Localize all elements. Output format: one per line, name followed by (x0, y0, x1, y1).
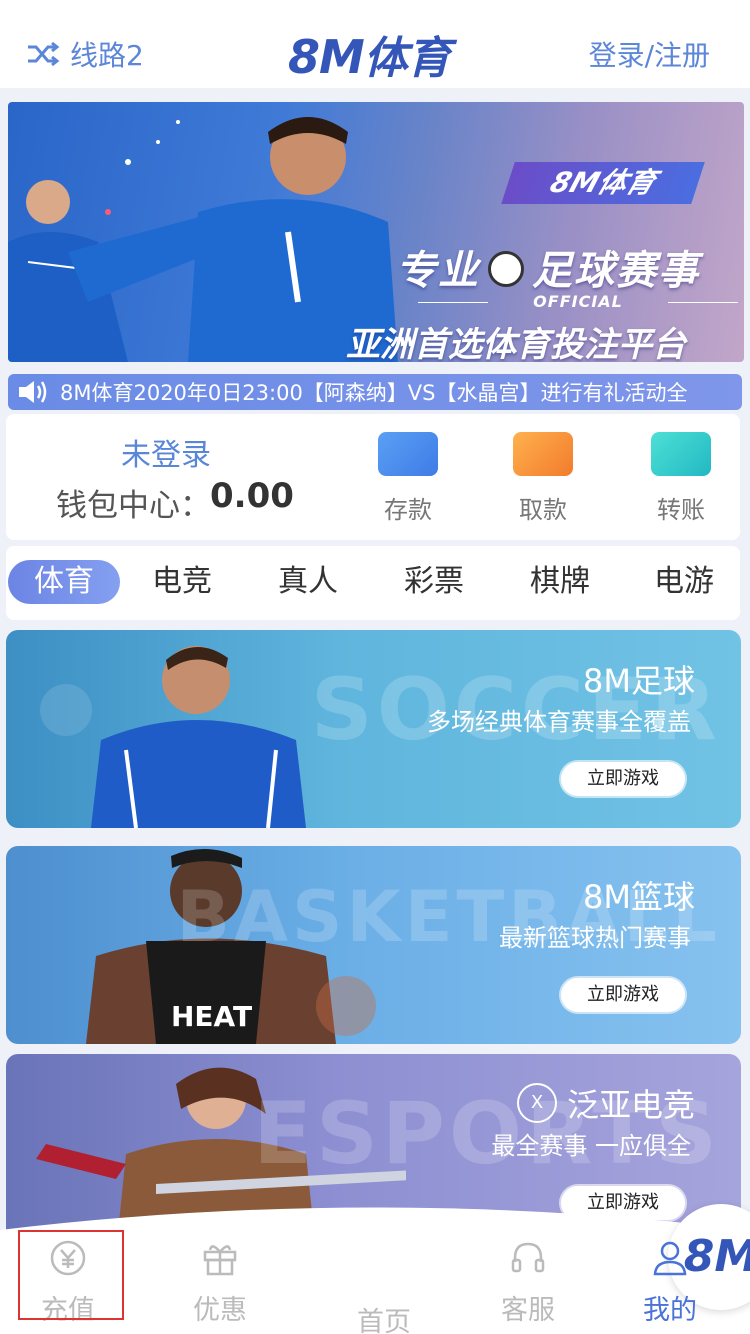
banner-official: OFFICIAL (418, 292, 738, 311)
tab-lottery[interactable]: 彩票 (378, 560, 490, 604)
speaker-icon (19, 381, 47, 403)
play-now-button[interactable]: 立即游戏 (561, 978, 685, 1012)
card-description: 多场经典体育赛事全覆盖 (427, 708, 691, 736)
tab-sports[interactable]: 体育 (8, 560, 120, 604)
deposit-card-icon (378, 432, 438, 476)
shuffle-icon (28, 41, 60, 67)
tab-slots[interactable]: 电游 (628, 560, 740, 604)
card-title: 8M足球 (583, 662, 695, 700)
withdraw-card-icon (513, 432, 573, 476)
esports-brand-seal-icon: X (516, 1083, 557, 1123)
nav-home[interactable]: 8M 首页 (334, 1204, 750, 1334)
nav-label: 首页 (357, 1307, 411, 1334)
gift-icon (203, 1245, 237, 1276)
top-header: 线路2 8M体育 登录/注册 (0, 0, 750, 88)
promo-banner[interactable]: 8M体育 专业 足球赛事 OFFICIAL 亚洲首选体育投注平台 (8, 102, 744, 362)
line-switch-button[interactable]: 线路2 (26, 34, 144, 74)
brand-logo: 8M体育 (288, 30, 451, 84)
transfer-button[interactable]: 转账 (641, 432, 721, 525)
nav-label: 我的 (643, 1295, 697, 1326)
headset-icon (511, 1242, 545, 1273)
svg-text:HEAT: HEAT (171, 1000, 252, 1033)
card-description: 最全赛事 一应俱全 (491, 1132, 691, 1160)
card-description: 最新篮球热门赛事 (499, 924, 691, 952)
tab-live-casino[interactable]: 真人 (252, 560, 364, 604)
withdraw-label: 取款 (519, 496, 567, 524)
card-title: X 泛亚电竞 (516, 1080, 695, 1127)
tab-esports[interactable]: 电竞 (126, 560, 238, 604)
user-icon (653, 1241, 687, 1276)
game-card-soccer[interactable]: SOCCER 8M足球 多场经典体育赛事全覆盖 立即游戏 (6, 630, 741, 828)
login-status[interactable]: 未登录 (121, 430, 211, 474)
nav-promotions[interactable]: 优惠 (170, 1238, 270, 1327)
deposit-label: 存款 (384, 496, 432, 524)
banner-subtitle: 亚洲首选体育投注平台 (346, 325, 686, 362)
announcement-marquee[interactable]: 8M体育2020年0日23:00【阿森纳】VS【水晶宫】进行有礼活动全 (8, 374, 742, 410)
tab-chess-cards[interactable]: 棋牌 (504, 560, 616, 604)
withdraw-button[interactable]: 取款 (503, 432, 583, 525)
deposit-button[interactable]: 存款 (368, 432, 448, 525)
nav-customer-service[interactable]: 客服 (478, 1238, 578, 1327)
soccer-ball-icon (488, 251, 524, 287)
recharge-highlight-box (18, 1230, 124, 1320)
nav-label: 客服 (501, 1295, 555, 1326)
play-now-button[interactable]: 立即游戏 (561, 762, 685, 796)
login-register-link[interactable]: 登录/注册 (589, 34, 710, 74)
transfer-label: 转账 (657, 496, 705, 524)
wallet-balance-label: 钱包中心： (56, 488, 211, 524)
nav-profile[interactable]: 我的 (620, 1238, 720, 1327)
nav-label: 优惠 (193, 1295, 247, 1326)
app-screen: 线路2 8M体育 登录/注册 8M体育 专业 足球赛事 OFFICIAL 亚洲首选… (0, 0, 750, 1334)
banner-title: 专业 足球赛事 (396, 248, 700, 294)
category-tabs: 体育 电竞 真人 彩票 棋牌 电游 (6, 546, 740, 620)
announcement-text: 8M体育2020年0日23:00【阿森纳】VS【水晶宫】进行有礼活动全 (60, 381, 688, 405)
line-label: 线路2 (70, 39, 144, 72)
wallet-card: 未登录 钱包中心： 0.00 存款 取款 转账 (6, 414, 740, 540)
game-card-basketball[interactable]: HEAT BASKETBALL 8M篮球 最新篮球热门赛事 立即游戏 (6, 846, 741, 1044)
transfer-wallet-icon (651, 432, 711, 476)
banner-brand-badge: 8M体育 (501, 162, 705, 204)
wallet-balance-value: 0.00 (210, 476, 294, 516)
card-title: 8M篮球 (583, 878, 695, 916)
